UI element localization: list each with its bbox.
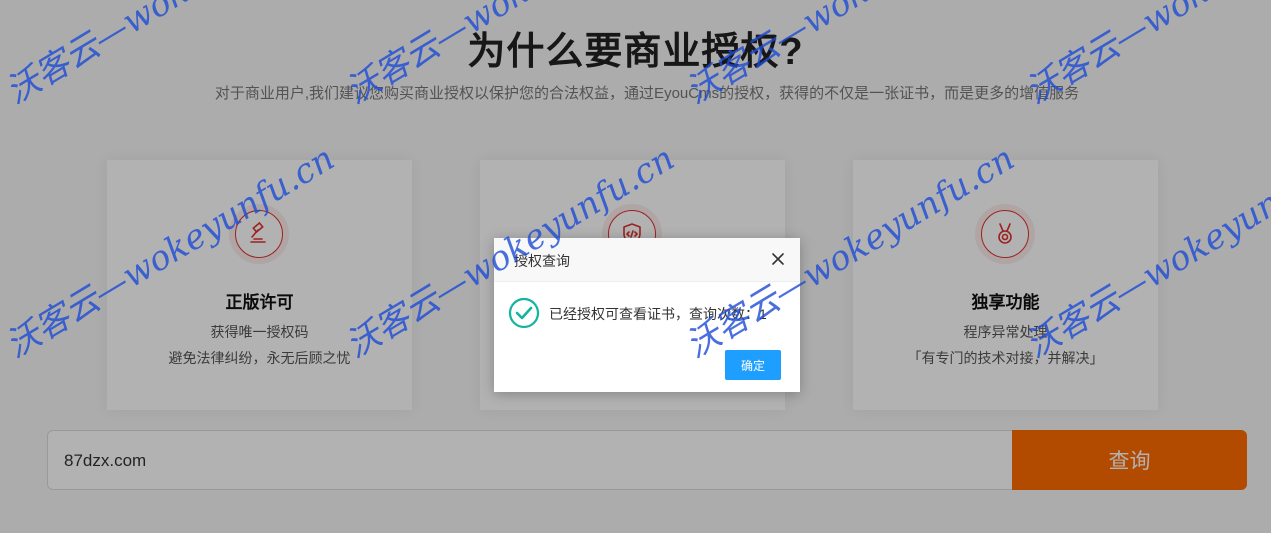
confirm-button[interactable]: 确定 xyxy=(725,350,781,380)
success-check-icon xyxy=(508,297,540,329)
dialog-message: 已经授权可查看证书，查询次数：1 xyxy=(549,306,767,322)
dialog-body: 已经授权可查看证书，查询次数：1 xyxy=(508,297,788,329)
dialog-title: 授权查询 xyxy=(514,253,570,269)
close-icon[interactable] xyxy=(770,251,786,267)
authorization-query-dialog: 授权查询 已经授权可查看证书，查询次数：1 确定 xyxy=(494,238,800,392)
dialog-header: 授权查询 xyxy=(494,238,800,282)
